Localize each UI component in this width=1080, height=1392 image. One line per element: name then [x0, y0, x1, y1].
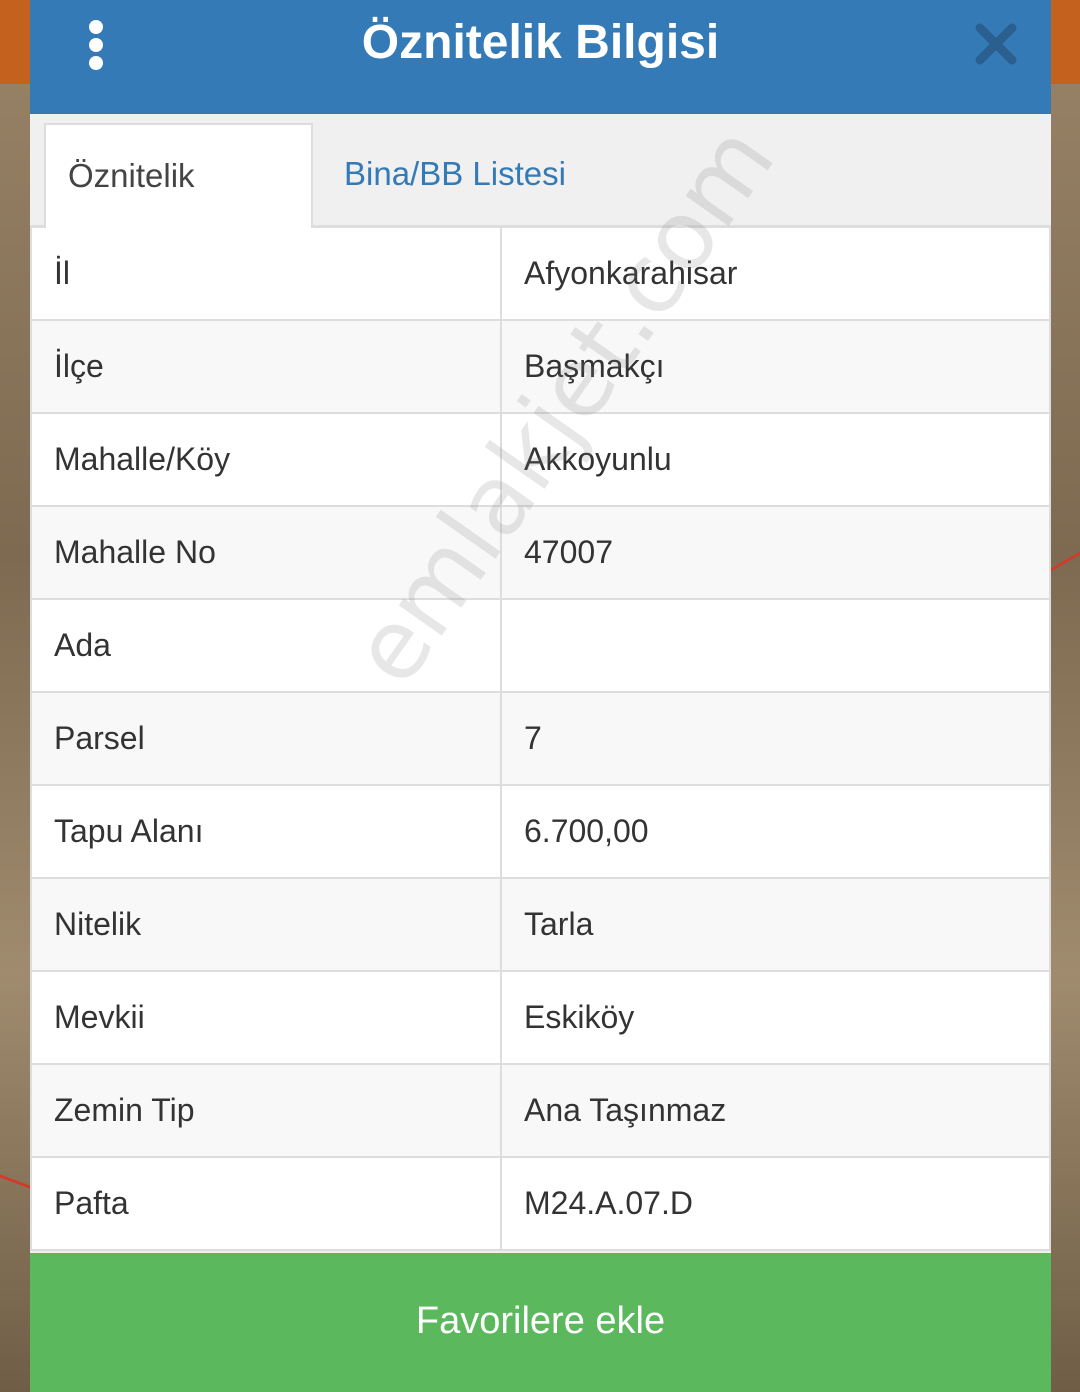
- table-row: Tapu Alanı 6.700,00: [30, 786, 1051, 879]
- table-row: Zemin Tip Ana Taşınmaz: [30, 1065, 1051, 1158]
- row-value: 7: [502, 693, 1051, 784]
- row-value: Afyonkarahisar: [502, 228, 1051, 319]
- attribute-info-dialog: Öznitelik Bilgisi Öznitelik Bilgisi Bina…: [30, 0, 1051, 1392]
- table-row: İl Afyonkarahisar: [30, 228, 1051, 321]
- row-label: Nitelik: [30, 879, 502, 970]
- row-value: Başmakçı: [502, 321, 1051, 412]
- table-row: Ada: [30, 600, 1051, 693]
- row-label: İl: [30, 228, 502, 319]
- row-label: Mevkii: [30, 972, 502, 1063]
- table-row: Parsel 7: [30, 693, 1051, 786]
- row-label: Mahalle/Köy: [30, 414, 502, 505]
- table-row: Mevkii Eskiköy: [30, 972, 1051, 1065]
- row-value: Ana Taşınmaz: [502, 1065, 1051, 1156]
- table-row: İlçe Başmakçı: [30, 321, 1051, 414]
- map-layer-strip-left: [0, 0, 30, 84]
- row-label: Pafta: [30, 1158, 502, 1249]
- tab-bar: Öznitelik Bilgisi Bina/BB Listesi: [30, 114, 1051, 296]
- table-row: Pafta M24.A.07.D: [30, 1158, 1051, 1251]
- add-to-favorites-button[interactable]: Favorilere ekle: [30, 1253, 1051, 1392]
- row-value: Akkoyunlu: [502, 414, 1051, 505]
- row-label: İlçe: [30, 321, 502, 412]
- row-value: [502, 600, 1051, 691]
- row-label: Ada: [30, 600, 502, 691]
- parcel-boundary-line: [1051, 551, 1080, 652]
- row-label: Mahalle No: [30, 507, 502, 598]
- row-label: Zemin Tip: [30, 1065, 502, 1156]
- dialog-header: Öznitelik Bilgisi: [30, 0, 1051, 114]
- table-row: Nitelik Tarla: [30, 879, 1051, 972]
- row-value: M24.A.07.D: [502, 1158, 1051, 1249]
- table-row: Mahalle No 47007: [30, 507, 1051, 600]
- row-value: 47007: [502, 507, 1051, 598]
- row-value: Tarla: [502, 879, 1051, 970]
- tab-attribute-info[interactable]: Öznitelik Bilgisi: [44, 123, 313, 296]
- row-label: Parsel: [30, 693, 502, 784]
- table-row: Mahalle/Köy Akkoyunlu: [30, 414, 1051, 507]
- tab-building-list[interactable]: Bina/BB Listesi: [322, 123, 588, 228]
- row-value: Eskiköy: [502, 972, 1051, 1063]
- row-value: 6.700,00: [502, 786, 1051, 877]
- attribute-table: İl Afyonkarahisar İlçe Başmakçı Mahalle/Köy A…: [30, 228, 1051, 1251]
- map-layer-strip-right: [1051, 0, 1080, 84]
- dialog-title: Öznitelik Bilgisi: [361, 16, 720, 69]
- row-label: Tapu Alanı: [30, 786, 502, 877]
- parcel-boundary-line: [0, 1174, 30, 1209]
- close-icon[interactable]: [974, 22, 1018, 66]
